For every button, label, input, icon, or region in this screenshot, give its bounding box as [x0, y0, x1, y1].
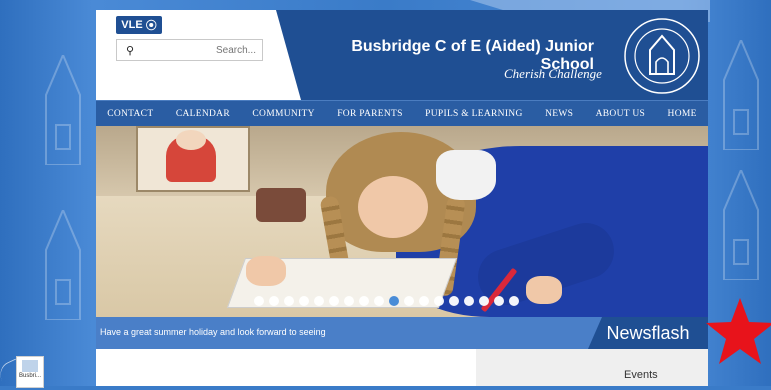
- slider-dot[interactable]: [299, 296, 309, 306]
- nav-item-home[interactable]: HOME: [668, 109, 697, 119]
- church-watermark-icon: [40, 207, 86, 321]
- star-shape: [706, 298, 771, 364]
- events-heading[interactable]: Events: [624, 369, 658, 381]
- slider-dot[interactable]: [284, 296, 294, 306]
- main-navigation: CONTACT CALENDAR COMMUNITY FOR PARENTS P…: [96, 100, 708, 127]
- slider-dot[interactable]: [254, 296, 264, 306]
- slider-dot[interactable]: [404, 296, 414, 306]
- slider-dot[interactable]: [344, 296, 354, 306]
- nav-item-about-us[interactable]: ABOUT US: [596, 109, 645, 119]
- chair: [256, 188, 306, 222]
- wall-poster: [136, 126, 250, 192]
- slider-dot[interactable]: [434, 296, 444, 306]
- nav-item-for-parents[interactable]: FOR PARENTS: [337, 109, 403, 119]
- nav-item-contact[interactable]: CONTACT: [107, 109, 153, 119]
- newsflash-bar: Have a great summer holiday and look for…: [96, 317, 708, 349]
- nav-item-pupils-learning[interactable]: PUPILS & LEARNING: [425, 109, 522, 119]
- vle-button[interactable]: VLE ⦿: [116, 16, 162, 34]
- slider-dot[interactable]: [389, 296, 399, 306]
- nav-item-calendar[interactable]: CALENDAR: [176, 109, 230, 119]
- vle-label: VLE: [121, 19, 143, 31]
- slider-dot[interactable]: [479, 296, 489, 306]
- slider-dot[interactable]: [374, 296, 384, 306]
- slider-pagination: [254, 296, 519, 306]
- slider-dot[interactable]: [359, 296, 369, 306]
- church-watermark-icon: [40, 52, 86, 166]
- newsflash-label: Newsflash: [588, 317, 708, 349]
- slider-dot[interactable]: [449, 296, 459, 306]
- search-input[interactable]: [137, 44, 260, 56]
- slider-dot[interactable]: [314, 296, 324, 306]
- church-watermark-icon: [718, 167, 764, 281]
- slider-dot[interactable]: [419, 296, 429, 306]
- church-watermark-icon: [718, 37, 764, 151]
- slider-dot[interactable]: [494, 296, 504, 306]
- search-icon[interactable]: ⚲: [123, 44, 137, 57]
- slider-dot[interactable]: [269, 296, 279, 306]
- nav-item-news[interactable]: NEWS: [545, 109, 573, 119]
- school-tagline: Cherish Challenge: [504, 66, 602, 81]
- nav-item-community[interactable]: COMMUNITY: [252, 109, 314, 119]
- slider-dot[interactable]: [509, 296, 519, 306]
- slider-dot[interactable]: [464, 296, 474, 306]
- slider-dot[interactable]: [329, 296, 339, 306]
- shirt-collar: [436, 150, 496, 200]
- search-box[interactable]: ⚲: [116, 39, 263, 61]
- site-header: VLE ⦿ ⚲ Busbridge C of E (Aided) Junior …: [96, 10, 708, 100]
- hero-image: [96, 126, 708, 317]
- newsflash-text[interactable]: Have a great summer holiday and look for…: [100, 327, 326, 337]
- shortcut-icon: [22, 360, 38, 372]
- events-panel: [476, 349, 708, 386]
- school-crest-icon[interactable]: [622, 16, 702, 96]
- website-frame: VLE ⦿ ⚲ Busbridge C of E (Aided) Junior …: [96, 10, 708, 386]
- pupil-face: [358, 176, 428, 238]
- vle-icon: ⦿: [145, 20, 157, 32]
